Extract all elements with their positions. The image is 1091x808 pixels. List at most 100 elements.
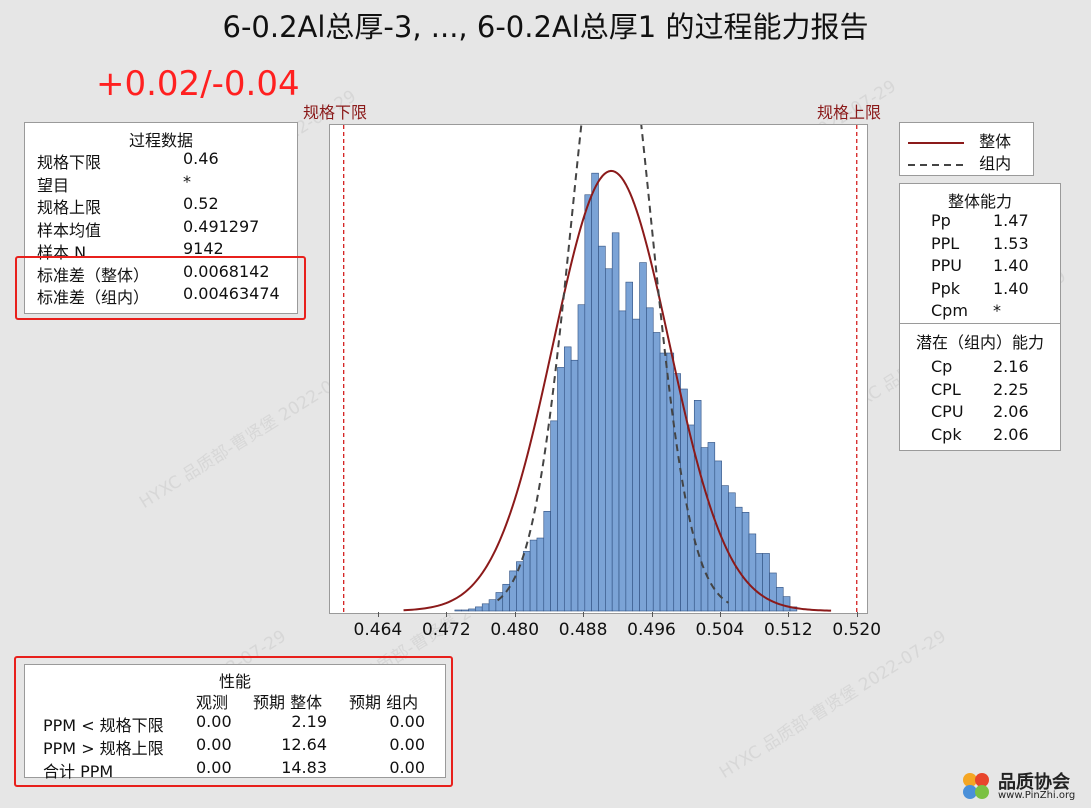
performance-highlight — [14, 656, 453, 787]
overall-capability-value: 1.40 — [993, 278, 1029, 298]
histogram-bar — [693, 400, 702, 612]
histogram-bar — [666, 352, 675, 612]
process-data-label: 望目 — [37, 175, 70, 195]
x-tick-mark — [651, 612, 653, 617]
histogram-bar — [632, 318, 640, 612]
x-tick-mark — [514, 612, 516, 617]
histogram-bar — [488, 599, 497, 612]
histogram-bar — [598, 245, 606, 612]
histogram-bar — [748, 533, 757, 612]
x-tick-label: 0.472 — [421, 620, 471, 640]
x-tick-label: 0.496 — [627, 620, 676, 640]
overall-capability-label: PPL — [931, 233, 960, 253]
process-data-label: 规格下限 — [37, 153, 102, 172]
histogram-bar — [728, 492, 736, 612]
solid-line-icon — [908, 141, 964, 144]
tolerance-annotation: +0.02/-0.04 — [96, 64, 300, 104]
histogram-bar — [646, 307, 654, 612]
dashed-line-icon — [908, 163, 964, 166]
potential-capability-label: CPU — [931, 402, 964, 421]
process-data-label: 样本均值 — [37, 220, 102, 240]
histogram-bar — [570, 359, 579, 612]
histogram-bar — [522, 551, 531, 612]
potential-capability-label: Cpk — [931, 424, 962, 444]
histogram-bar — [755, 553, 763, 612]
potential-capability-value: 2.25 — [993, 379, 1029, 399]
histogram-bar — [454, 609, 462, 612]
watermark-text: HYXC 品质部-曹贤堡 2022-07-29 — [716, 626, 950, 783]
x-tick-label: 0.464 — [353, 620, 403, 640]
legend-overall-label: 整体 — [979, 132, 1012, 151]
histogram-bar — [625, 281, 634, 612]
overall-capability-label: Pp — [931, 211, 951, 230]
chart-title: 6-0.2Al总厚-3, ..., 6-0.2Al总厚1 的过程能力报告 — [222, 10, 869, 44]
overall-capability-header: 整体能力 — [947, 192, 1012, 211]
histogram-bar — [529, 539, 538, 612]
histogram-bar — [468, 608, 476, 612]
histogram-bar — [639, 262, 647, 612]
histogram-bar — [659, 352, 668, 612]
overall-capability-value: * — [993, 301, 1001, 320]
histogram-bar — [618, 310, 627, 612]
divider — [900, 323, 1060, 324]
potential-capability-value: 2.16 — [993, 357, 1029, 376]
potential-capability-label: CPL — [931, 379, 961, 399]
x-tick-label: 0.512 — [763, 620, 813, 640]
legend-within-label: 组内 — [979, 154, 1012, 173]
flower-icon — [963, 773, 989, 799]
histogram-bar — [543, 511, 551, 612]
histogram-bar — [762, 553, 770, 612]
histogram-bar — [584, 194, 592, 612]
capability-box: 整体能力 Pp 1.47 PPL 1.53 PPU 1.40 Ppk 1.40 Cpm * 潜在（… — [899, 183, 1061, 451]
x-tick-mark — [788, 612, 790, 617]
histogram-bar — [652, 332, 661, 612]
histogram-bar — [673, 373, 681, 612]
x-tick-mark — [583, 612, 585, 617]
x-tick-mark — [719, 612, 721, 617]
x-tick-label: 0.504 — [695, 620, 745, 640]
histogram-bar — [516, 561, 524, 612]
histogram-bar — [550, 420, 558, 612]
legend: 整体 组内 — [899, 122, 1034, 176]
histogram-bar — [481, 603, 490, 612]
histogram-bar — [591, 172, 599, 612]
process-data-header: 过程数据 — [128, 131, 193, 150]
process-data-value: 0.52 — [183, 194, 219, 213]
potential-capability-value: 2.06 — [993, 424, 1029, 444]
x-tick-label: 0.488 — [558, 620, 608, 640]
histogram-bar — [577, 304, 586, 612]
pinzhi-logo: 品质协会 www.PinZhi.org — [958, 768, 1086, 804]
x-tick-label: 0.480 — [490, 620, 540, 640]
histogram-bar — [495, 592, 504, 612]
x-tick-label: 0.520 — [832, 620, 882, 640]
x-tick-mark — [856, 612, 858, 617]
stdev-highlight — [15, 256, 306, 320]
potential-capability-label: Cp — [931, 357, 953, 376]
histogram-bar — [741, 512, 750, 612]
histogram-bar — [735, 506, 743, 612]
x-tick-mark — [446, 612, 448, 617]
usl-label: 规格上限 — [817, 103, 882, 122]
histogram-bar — [475, 606, 483, 612]
histogram-bar — [611, 232, 620, 612]
histogram-bar — [721, 485, 729, 612]
overall-capability-label: Cpm — [931, 301, 968, 320]
x-tick-mark — [377, 612, 379, 617]
histogram-bar — [700, 447, 709, 612]
histogram-plot — [329, 124, 868, 614]
histogram-bar — [536, 537, 545, 612]
histogram-svg — [343, 125, 858, 613]
logo-url: www.PinZhi.org — [998, 790, 1076, 801]
overall-capability-value: 1.40 — [993, 256, 1029, 275]
process-data-value: 0.491297 — [183, 216, 260, 236]
lsl-label: 规格下限 — [303, 103, 368, 122]
histogram-bar — [563, 346, 572, 612]
overall-capability-label: PPU — [931, 256, 963, 275]
histogram-bar — [769, 572, 777, 612]
histogram-bar — [557, 367, 565, 612]
process-data-value: 0.46 — [183, 149, 219, 168]
overall-capability-value: 1.47 — [993, 211, 1029, 230]
histogram-bar — [461, 609, 469, 612]
histogram-bar — [605, 268, 613, 612]
histogram-bar — [776, 587, 784, 612]
